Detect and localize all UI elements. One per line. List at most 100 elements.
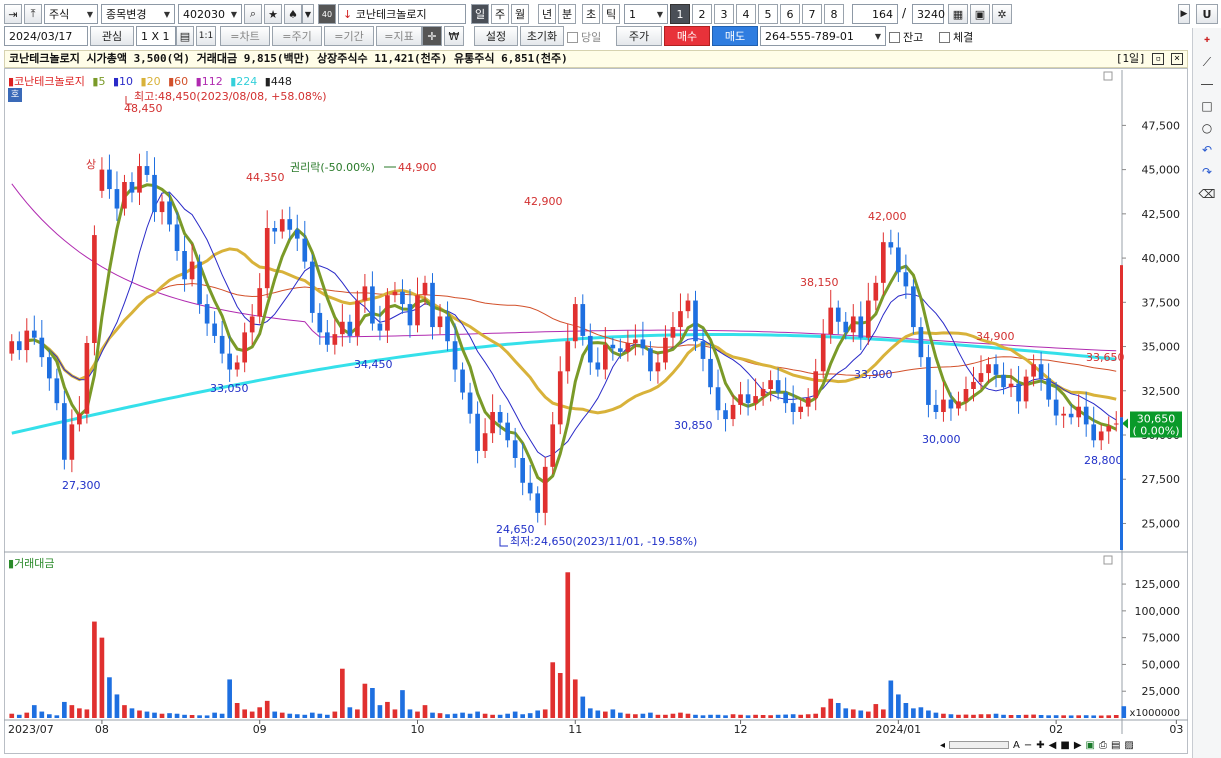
zoom-out-icon[interactable]: − (1024, 740, 1032, 751)
candle-body (678, 311, 683, 328)
candle-body (700, 341, 706, 359)
candle-body (54, 378, 60, 404)
tool-icon[interactable]: ✚ (1199, 32, 1215, 48)
undo-icon[interactable]: ↶ (1199, 142, 1215, 158)
volume-bar (144, 711, 150, 718)
candle-body (189, 261, 195, 280)
volume-bar (986, 714, 991, 718)
chart-annotation: 34,900 (976, 330, 1015, 343)
candle-body (625, 343, 631, 352)
candle-body (415, 295, 420, 326)
redo-icon[interactable]: ↷ (1199, 164, 1215, 180)
volume-bar (69, 705, 75, 718)
volume-bar (287, 713, 293, 718)
candle-body (1038, 364, 1044, 379)
zoom-in-icon[interactable]: ✚ (1036, 740, 1044, 751)
price-chart[interactable]: 47,500 45,000 42,500 40,000 37,500 35,000 32,5… (0, 0, 1192, 758)
eraser-icon[interactable]: ⌫ (1199, 186, 1216, 202)
expand-icon[interactable]: ▨ (1124, 740, 1133, 751)
volume-bar (114, 694, 120, 718)
candle-body (407, 304, 413, 326)
candle-body (92, 235, 97, 343)
play-icon[interactable]: ▶ (1074, 740, 1082, 751)
candle-body (249, 316, 255, 333)
candle-body (1016, 383, 1021, 402)
volume-bar (24, 712, 30, 718)
volume-bar (738, 714, 743, 718)
time-axis-label: 02 (1049, 723, 1063, 736)
candle-body (234, 362, 240, 370)
font-icon[interactable]: A (1013, 740, 1020, 751)
print-icon[interactable]: ⎙ (1099, 740, 1107, 751)
candle-body (287, 219, 293, 230)
candle-body (182, 251, 187, 280)
volume-bar (1023, 714, 1029, 718)
volume-unit-label: x1000000 (1130, 708, 1180, 719)
price-tick-label: 35,000 (1142, 341, 1181, 354)
candle-body (865, 300, 871, 338)
volume-bar (633, 714, 638, 718)
line-tool-icon[interactable]: ⟋ (1199, 54, 1215, 70)
volume-bar (956, 714, 961, 718)
volume-bar (1106, 715, 1112, 718)
volume-tick-label: 75,000 (1142, 632, 1181, 645)
candle-body (911, 286, 916, 328)
candle-body (745, 394, 751, 404)
candle-body (956, 401, 961, 409)
volume-bar (783, 714, 788, 718)
circle-tool-icon[interactable]: ○ (1199, 120, 1215, 136)
candle-body (880, 242, 886, 283)
candle-body (197, 261, 202, 305)
candle-body (46, 357, 52, 379)
image-icon[interactable]: ▤ (1111, 740, 1120, 751)
candle-body (933, 404, 939, 412)
volume-bar (655, 714, 661, 718)
volume-bar (512, 711, 518, 718)
candle-body (204, 304, 210, 324)
volume-bar (16, 714, 22, 718)
rectangle-tool-icon[interactable]: □ (1199, 98, 1215, 114)
chart-annotation: 42,000 (868, 210, 907, 223)
play-back-icon[interactable]: ◀ (1049, 740, 1057, 751)
volume-bar (685, 713, 691, 718)
excel-icon[interactable]: ▣ (1086, 740, 1095, 751)
volume-bar (332, 711, 338, 718)
candle-body (39, 337, 45, 358)
volume-bar (978, 714, 984, 718)
candle-body (655, 362, 661, 372)
scrollbar[interactable] (949, 741, 1010, 749)
candle-body (1068, 413, 1074, 418)
volume-bar (107, 677, 112, 718)
volume-bar (798, 714, 804, 718)
volume-bar (730, 714, 736, 718)
candle-body (595, 362, 601, 370)
volume-bar (234, 703, 240, 718)
price-tick-label: 37,500 (1142, 296, 1181, 309)
candle-body (527, 482, 533, 494)
volume-bar (497, 714, 503, 718)
candle-body (174, 224, 180, 251)
scroll-left-icon[interactable]: ◂ (940, 740, 945, 751)
candle-body (302, 238, 308, 262)
volume-bar (460, 712, 465, 718)
candle-body (1053, 399, 1059, 416)
stop-icon[interactable]: ■ (1060, 740, 1069, 751)
candle-body (768, 380, 773, 389)
volume-bar (813, 713, 819, 718)
candle-body (452, 341, 458, 370)
volume-bar (535, 710, 541, 718)
candle-body (129, 182, 135, 193)
volume-bar (77, 708, 82, 718)
volume-bar (1046, 715, 1051, 718)
candle-body (1046, 378, 1051, 400)
volume-bar (370, 688, 375, 718)
candle-body (1083, 406, 1089, 425)
candle-body (542, 466, 548, 513)
candle-body (715, 387, 721, 411)
volume-bar (580, 696, 586, 718)
volume-tick-label: 125,000 (1135, 578, 1181, 591)
time-axis-label: 2023/07 (8, 723, 54, 736)
hline-tool-icon[interactable]: ― (1199, 76, 1215, 92)
candle-body (242, 332, 248, 363)
u-button[interactable]: U (1196, 4, 1218, 24)
